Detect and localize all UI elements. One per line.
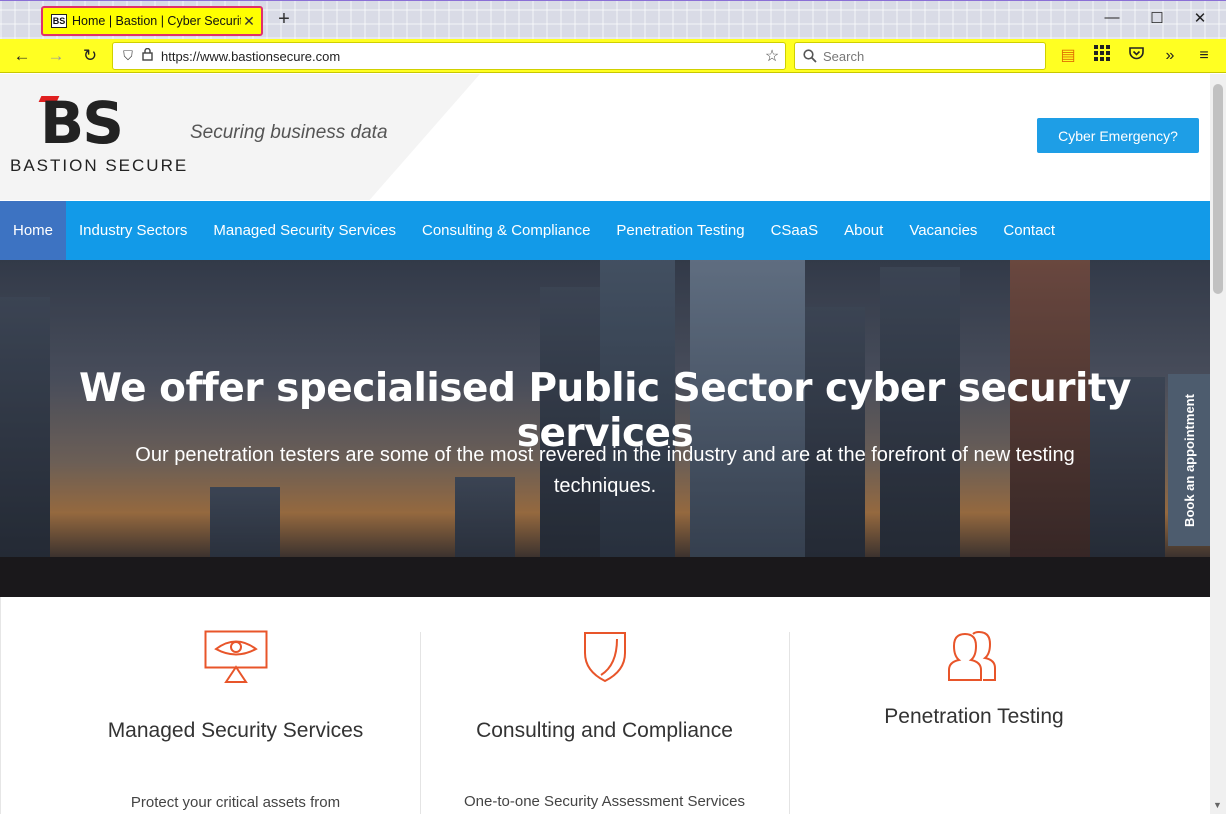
service-card-managed-security[interactable]: Managed Security Services Protect your c… [51,630,420,814]
url-text: https://www.bastionsecure.com [161,48,341,64]
reload-icon[interactable]: ↻ [78,45,102,67]
minimize-icon[interactable]: — [1097,9,1127,26]
search-placeholder: Search [823,48,865,64]
service-text: Protect your critical assets from [130,794,341,811]
tagline: Securing business data [190,122,388,143]
scrollbar-thumb[interactable] [1213,84,1223,294]
nav-item-vacancies[interactable]: Vacancies [896,201,990,260]
url-bar[interactable]: ⛉ https://www.bastionsecure.com ☆ [112,42,786,70]
logo-name: BASTION SECURE [10,156,189,175]
main-nav: Home Industry Sectors Managed Security S… [0,201,1210,260]
pocket-icon[interactable] [1125,45,1147,67]
nav-item-about[interactable]: About [831,201,896,260]
bookmark-star-icon[interactable]: ☆ [759,46,785,66]
services-section: Managed Security Services Protect your c… [0,597,1210,814]
scroll-down-icon[interactable]: ▼ [1213,800,1222,810]
monitor-eye-icon [204,630,267,683]
lock-icon[interactable] [139,47,155,64]
reader-icon[interactable]: ▤ [1057,45,1079,67]
service-title: Consulting and Compliance [476,719,733,742]
browser-toolbar: ← → ↻ ⛉ https://www.bastionsecure.com ☆ … [0,39,1226,73]
browser-tab[interactable]: BS Home | Bastion | Cyber Security ✕ [41,6,263,36]
back-icon[interactable]: ← [10,45,34,67]
service-card-penetration-testing[interactable]: Penetration Testing [789,630,1158,814]
maximize-icon[interactable]: ☐ [1142,9,1172,27]
site-header: BS BASTION SECURE Securing business data… [0,74,1210,200]
favicon-icon: BS [51,14,67,28]
shield-tracking-icon[interactable]: ⛉ [117,48,139,64]
cyber-emergency-button[interactable]: Cyber Emergency? [1037,118,1199,153]
site-logo[interactable]: BS BASTION SECURE [8,94,188,178]
nav-item-industry-sectors[interactable]: Industry Sectors [66,201,200,260]
nav-item-contact[interactable]: Contact [990,201,1068,260]
window-close-icon[interactable]: ✕ [1185,9,1215,27]
tab-title: Home | Bastion | Cyber Security [72,14,241,28]
hero-banner: We offer specialised Public Sector cyber… [0,260,1210,597]
search-input[interactable]: Search [794,42,1046,70]
nav-item-managed-security[interactable]: Managed Security Services [200,201,409,260]
nav-item-home[interactable]: Home [0,201,67,260]
book-appointment-label: Book an appointment [1181,393,1197,527]
search-icon [803,49,817,63]
forward-icon[interactable]: → [44,45,68,67]
service-text: One-to-one Security Assessment Services [464,793,745,810]
service-title: Managed Security Services [107,719,364,742]
close-tab-icon[interactable]: ✕ [241,13,257,30]
overflow-chevron-icon[interactable]: » [1159,45,1181,67]
nav-item-penetration-testing[interactable]: Penetration Testing [603,201,757,260]
menu-icon[interactable]: ≡ [1193,45,1215,67]
service-title: Penetration Testing [884,705,1064,728]
new-tab-icon[interactable]: + [274,8,294,31]
logo-mark: BS [40,89,124,157]
service-card-consulting[interactable]: Consulting and Compliance One-to-one Sec… [420,632,789,814]
shield-icon [583,632,626,683]
book-appointment-tab[interactable]: Book an appointment [1168,374,1210,546]
users-icon [947,630,996,681]
page-scrollbar[interactable]: ▼ [1210,74,1226,814]
nav-item-csaas[interactable]: CSaaS [758,201,832,260]
hero-subtitle: Our penetration testers are some of the … [135,444,1075,497]
apps-grid-icon[interactable] [1091,45,1113,67]
web-page: BS BASTION SECURE Securing business data… [0,74,1210,814]
browser-tab-bar: BS Home | Bastion | Cyber Security ✕ + —… [0,0,1226,39]
nav-item-consulting[interactable]: Consulting & Compliance [409,201,603,260]
